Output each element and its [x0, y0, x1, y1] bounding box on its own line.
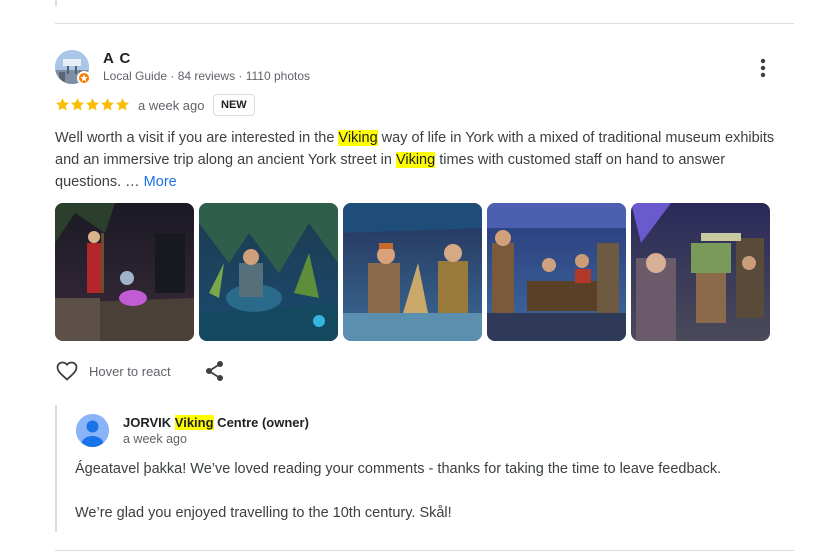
reply-bar [55, 405, 57, 532]
owner-name-part: JORVIK [123, 415, 175, 430]
divider-bottom [55, 550, 794, 551]
owner-name[interactable]: JORVIK Viking Centre (owner) [123, 415, 309, 430]
owner-reply-time: a week ago [123, 432, 187, 446]
star-icon [116, 98, 129, 111]
owner-reply-text: Ágeatavel þakka! We’ve loved reading you… [75, 458, 795, 524]
review-photo[interactable] [199, 203, 338, 341]
review-time: a week ago [138, 98, 205, 113]
share-icon[interactable] [205, 360, 225, 382]
react-label[interactable]: Hover to react [89, 364, 171, 379]
review-photo[interactable] [343, 203, 482, 341]
divider-top [55, 23, 794, 24]
star-icon [71, 98, 84, 111]
more-options-icon[interactable] [752, 56, 774, 80]
author-name[interactable]: A C [103, 50, 131, 67]
react-row[interactable]: Hover to react [55, 359, 171, 383]
owner-name-part: Centre (owner) [213, 415, 309, 430]
keyword-highlight: Viking [395, 152, 436, 168]
reply-paragraph: We’re glad you enjoyed travelling to the… [75, 505, 452, 521]
more-link[interactable]: More [144, 174, 177, 190]
keyword-highlight: Viking [174, 415, 214, 430]
previous-reply-bar [55, 0, 57, 6]
local-guide-badge-icon [77, 71, 91, 85]
star-icon [86, 98, 99, 111]
review-photo[interactable] [631, 203, 770, 341]
star-icon [56, 98, 69, 111]
reply-paragraph: Ágeatavel þakka! We’ve loved reading you… [75, 461, 722, 477]
review-photos [55, 203, 770, 341]
review-text-part: Well worth a visit if you are interested… [55, 130, 339, 146]
author-meta[interactable]: Local Guide · 84 reviews · 1110 photos [103, 69, 310, 83]
heart-icon[interactable] [55, 359, 79, 383]
keyword-highlight: Viking [338, 130, 378, 146]
review-text: Well worth a visit if you are interested… [55, 127, 795, 193]
new-badge: NEW [213, 94, 255, 116]
star-rating [55, 97, 130, 112]
review-photo[interactable] [55, 203, 194, 341]
owner-avatar[interactable] [76, 414, 109, 447]
review-photo[interactable] [487, 203, 626, 341]
star-icon [101, 98, 114, 111]
